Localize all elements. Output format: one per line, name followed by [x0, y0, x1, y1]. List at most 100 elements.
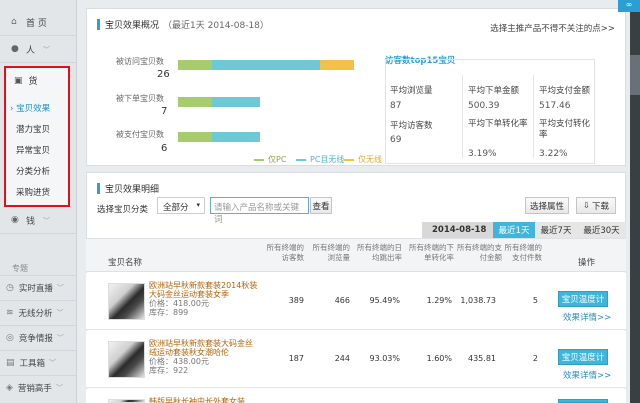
table-date: 2014-08-18 [432, 225, 487, 235]
category-select[interactable]: 全部分 ▾ [157, 197, 205, 214]
effect-details-link[interactable]: 效果详情>> [563, 369, 611, 381]
col-pageviews[interactable]: 所有终端的浏览量 [308, 243, 351, 263]
metric-value: 6 [161, 143, 168, 154]
top15-value: 500.39 [468, 101, 500, 111]
legend-swatch [296, 158, 306, 161]
select-attributes-button[interactable]: 选择属性 [525, 197, 569, 214]
sidebar-item-item-effect[interactable]: › 宝贝效果 [10, 102, 50, 114]
bar-segment-pc-and-wireless [212, 97, 260, 107]
focus-points-link[interactable]: 选择主推产品不得不关注的点>> [490, 22, 615, 34]
col-pay-amount[interactable]: 所有终端的支付金额 [452, 243, 502, 263]
nav-goods[interactable]: ▣ 货 [14, 74, 38, 88]
table-row: 欧洲站早秋新款套装2014秋装大码金丝运动套装女季 价格：418.00元 库存：… [86, 273, 626, 330]
wifi-icon: ≋ [6, 308, 14, 318]
bar-segment-pc-only [178, 132, 212, 142]
table-row: 欧洲站早秋新款套装大码金丝绒运动套装秋女潮哈伦 价格：438.00元 库存：92… [86, 331, 626, 388]
product-thumbnail[interactable] [108, 283, 145, 320]
sidebar-item-abnormal[interactable]: 异常宝贝 [16, 144, 50, 156]
search-input[interactable]: 请输入产品名称或关键词 [210, 197, 309, 225]
sidebar-item-potential[interactable]: 潜力宝贝 [16, 123, 50, 135]
link-icon[interactable]: ∞ [618, 0, 640, 12]
tab-last-7-days[interactable]: 最近7天 [535, 222, 577, 238]
metric-bar-0 [178, 60, 354, 70]
product-name[interactable]: 韩版早秋长袖中长外套女装 [149, 397, 259, 403]
cell-pageviews: 466 [334, 296, 350, 305]
chevron-down-icon: ﹀ [43, 216, 51, 225]
top15-value: 69 [390, 135, 402, 145]
download-button[interactable]: ⇩ 下载 [576, 197, 616, 214]
nav-money[interactable]: ◉ 钱 ﹀ [0, 208, 77, 234]
nav-toolbox[interactable]: ▤ 工具箱 ﹀ [0, 350, 77, 375]
top15-label: 平均浏览量 [390, 86, 433, 96]
bag-icon: ▣ [14, 75, 23, 86]
nav-home[interactable]: ⌂ 首 页 [0, 10, 77, 36]
chevron-down-icon: ﹀ [56, 309, 64, 317]
goods-menu-highlight: ▣ 货 › 宝贝效果 潜力宝贝 异常宝贝 分类分析 采购进货 [4, 66, 70, 207]
cell-visitors: 389 [288, 296, 304, 305]
top15-value: 87 [390, 101, 402, 111]
legend-swatch [254, 158, 264, 161]
metric-label: 被访问宝贝数 [116, 57, 164, 66]
feedback-tab[interactable] [630, 55, 640, 95]
sidebar-item-category[interactable]: 分类分析 [16, 165, 50, 177]
nav-competition[interactable]: ◎ 竞争情报 ﹀ [0, 325, 77, 350]
effect-details-link[interactable]: 效果详情>> [563, 311, 611, 323]
toolbox-icon: ▤ [6, 358, 15, 368]
bar-segment-pc-only [178, 97, 212, 107]
metric-bar-1 [178, 97, 260, 107]
nav-live[interactable]: ◷ 实时直播 ﹀ [0, 275, 77, 300]
sidebar: ⌂ 首 页 ● 人 ﹀ ▣ 货 › 宝贝效果 潜力宝贝 异常宝贝 分类分析 采购… [0, 0, 77, 403]
cell-bounce-rate: 93.03% [369, 354, 400, 363]
cell-pay-amount: 1,038.73 [460, 296, 496, 305]
col-pay-quantity[interactable]: 所有终端的支付件数 [500, 243, 543, 263]
search-button[interactable]: 查看 [310, 197, 332, 214]
item-thermometer-button[interactable]: 宝贝温度计 [558, 291, 608, 307]
item-thermometer-button[interactable] [558, 399, 608, 403]
legend-pc-only: 仅PC [254, 154, 286, 165]
cell-pay-quantity: 5 [532, 296, 538, 305]
clock-icon: ◷ [6, 283, 14, 293]
product-thumbnail[interactable] [108, 399, 145, 403]
legend-swatch [344, 158, 354, 161]
col-visitors[interactable]: 所有终端的访客数 [262, 243, 305, 263]
product-price: 价格：418.00元 [149, 299, 209, 308]
col-bounce-rate[interactable]: 所有终端的日均跳出率 [352, 243, 402, 263]
cell-bounce-rate: 95.49% [369, 296, 400, 305]
cell-pay-quantity: 2 [532, 354, 538, 363]
item-thermometer-button[interactable]: 宝贝温度计 [558, 349, 608, 365]
chevron-down-icon: ﹀ [49, 359, 57, 367]
download-icon: ⇩ [582, 200, 591, 211]
filter-label: 选择宝贝分类 [97, 205, 149, 215]
top15-label: 平均下单转化率 [468, 119, 528, 129]
chevron-down-icon: ﹀ [55, 384, 63, 392]
cell-visitors: 187 [288, 354, 304, 363]
top15-label: 平均支付转化率 [539, 119, 591, 140]
product-name[interactable]: 欧洲站早秋新款套装大码金丝绒运动套装秋女潮哈伦 [149, 339, 259, 357]
overview-panel: 宝贝效果概况 （最近1天 2014-08-18） 选择主推产品不得不关注的点>>… [86, 8, 626, 166]
tab-last-1-day[interactable]: 最近1天 [493, 222, 535, 238]
metric-label: 被支付宝贝数 [116, 130, 164, 139]
top15-label: 平均访客数 [390, 121, 433, 131]
section-label-topics: 专题 [12, 264, 28, 273]
eye-icon: ◎ [6, 333, 14, 343]
metric-value: 7 [161, 106, 168, 117]
nav-people[interactable]: ● 人 ﹀ [0, 37, 77, 63]
sidebar-item-purchase[interactable]: 采购进货 [16, 186, 50, 198]
detail-title: 宝贝效果明细 [97, 182, 159, 195]
table-row: 韩版早秋长袖中长外套女装 [86, 389, 626, 403]
coin-icon: ◉ [11, 215, 19, 225]
home-icon: ⌂ [11, 17, 17, 27]
nav-marketing[interactable]: ◈ 营销高手 ﹀ [0, 375, 77, 400]
bar-segment-pc-and-wireless [212, 60, 320, 70]
col-order-conversion[interactable]: 所有终端的下单转化率 [404, 243, 454, 263]
nav-wireless[interactable]: ≋ 无线分析 ﹀ [0, 300, 77, 325]
product-name[interactable]: 欧洲站早秋新款套装2014秋装大码金丝运动套装女季 [149, 281, 259, 299]
cell-pay-amount: 435.81 [468, 354, 496, 363]
tab-last-30-days[interactable]: 最近30天 [577, 222, 626, 238]
col-operation: 操作 [578, 258, 596, 268]
cell-pageviews: 244 [334, 354, 350, 363]
cell-order-conversion: 1.60% [426, 354, 452, 363]
metric-value: 26 [157, 69, 170, 80]
col-name: 宝贝名称 [108, 258, 143, 268]
product-thumbnail[interactable] [108, 341, 145, 378]
